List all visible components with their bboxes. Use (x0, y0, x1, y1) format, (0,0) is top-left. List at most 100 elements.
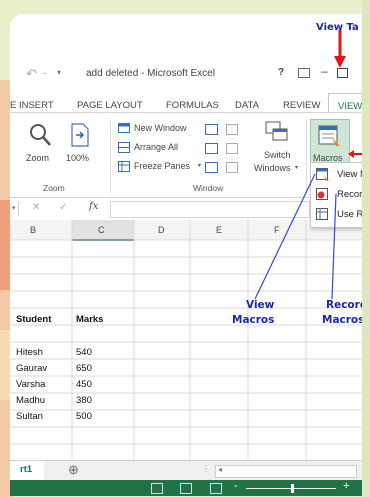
gridlines (10, 220, 362, 460)
group-divider-2 (306, 119, 307, 193)
column-header-e[interactable]: E (216, 225, 222, 235)
window-group-label: Window (193, 183, 224, 193)
table-row-student[interactable]: Varsha (16, 379, 45, 390)
new-window-icon (118, 123, 130, 133)
ribbon-display-options-icon[interactable] (298, 68, 310, 78)
minimize-button[interactable]: – (321, 64, 328, 78)
freeze-panes-button[interactable]: Freeze Panes ▾ (118, 160, 204, 174)
window-title: add deleted - Microsoft Excel (86, 68, 215, 79)
sheet-tab-label: rt1 (20, 464, 33, 475)
hide-icon[interactable] (205, 143, 218, 154)
table-row-student[interactable]: Gaurav (16, 363, 47, 374)
view-macros-icon (316, 168, 329, 181)
tab-view[interactable]: VIEW (328, 93, 362, 114)
annotation-view-macros-1: View (246, 299, 275, 311)
insert-function-button[interactable]: fx (89, 201, 98, 212)
annotation-record-macros-2: Macros (322, 314, 362, 326)
tab-view-label: VIEW (338, 101, 362, 112)
tab-data[interactable]: DATA (235, 100, 259, 111)
arrange-all-icon (118, 142, 130, 153)
table-row-marks[interactable]: 380 (76, 395, 92, 406)
annotation-view-tab: View Ta (316, 22, 359, 33)
zoom-out-button[interactable]: - (234, 480, 238, 492)
split-icon[interactable] (205, 124, 218, 135)
freeze-panes-icon (118, 161, 130, 172)
switch-windows-dropdown-icon: ▾ (295, 165, 299, 171)
zoom-button-label: Zoom (26, 153, 50, 163)
zoom-slider-thumb[interactable] (291, 484, 294, 493)
scroll-left-icon[interactable]: ◂ (218, 465, 222, 474)
relative-references-icon (316, 208, 328, 220)
tab-insert[interactable]: E INSERT (10, 100, 54, 111)
arrange-all-button[interactable]: Arrange All (118, 141, 202, 155)
view-side-by-side-icon[interactable] (226, 124, 238, 135)
help-button[interactable]: ? (278, 67, 284, 78)
zoom-100-icon (71, 123, 89, 147)
cancel-icon[interactable]: ✕ (32, 202, 40, 213)
zoom-100-label: 100% (66, 153, 90, 163)
macros-menu: View M Record Use Rel (310, 162, 362, 228)
record-macro-item[interactable]: Record (311, 185, 362, 205)
new-window-label: New Window (134, 123, 187, 133)
normal-view-icon[interactable] (151, 483, 163, 494)
column-header-b[interactable]: B (30, 225, 36, 235)
quick-access-dropdown-icon[interactable]: ▾ (57, 68, 61, 77)
table-row-marks[interactable]: 540 (76, 347, 92, 358)
switch-windows-label-2: Windows (254, 163, 291, 173)
switch-windows-icon (265, 121, 288, 141)
unhide-icon[interactable] (205, 162, 218, 173)
use-relative-references-item[interactable]: Use Rel (311, 205, 362, 225)
name-box-dropdown-icon[interactable]: ▾ (12, 204, 16, 212)
zoom-button[interactable]: Zoom (26, 123, 56, 175)
group-divider (110, 119, 111, 193)
table-row-student[interactable]: Sultan (16, 411, 43, 422)
sheet-tab-active[interactable]: rt1 (10, 461, 44, 482)
header-cell-student[interactable]: Student (16, 314, 51, 325)
page-layout-view-icon[interactable] (180, 483, 192, 494)
column-header-c[interactable]: C (98, 225, 105, 235)
formula-input[interactable] (110, 201, 310, 218)
reset-window-position-icon[interactable] (226, 162, 238, 173)
table-row-marks[interactable]: 650 (76, 363, 92, 374)
status-bar: - + (10, 480, 362, 496)
column-header-f[interactable]: F (274, 225, 280, 235)
add-sheet-icon[interactable]: ⊕ (68, 462, 79, 478)
record-macro-icon (316, 188, 328, 200)
table-row-student[interactable]: Hitesh (16, 347, 43, 358)
freeze-panes-label: Freeze Panes (134, 161, 191, 171)
worksheet-grid[interactable]: B C D E F Student Marks Hitesh 540 Gaura… (10, 220, 362, 460)
header-cell-marks[interactable]: Marks (76, 314, 103, 325)
enter-icon[interactable]: ✓ (59, 202, 67, 213)
tab-formulas[interactable]: FORMULAS (166, 100, 219, 111)
divider (18, 202, 19, 216)
annotation-view-macros-2: Macros (232, 314, 275, 326)
zoom-in-button[interactable]: + (343, 480, 349, 492)
table-row-marks[interactable]: 500 (76, 411, 92, 422)
zoom-100-button[interactable]: 100% (66, 123, 96, 175)
maximize-button[interactable] (337, 68, 348, 78)
zoom-group-label: Zoom (43, 183, 65, 193)
column-header-d[interactable]: D (158, 225, 165, 235)
table-row-marks[interactable]: 450 (76, 379, 92, 390)
freeze-panes-dropdown-icon: ▾ (198, 163, 202, 169)
relative-references-label: Use Rel (337, 209, 362, 220)
switch-windows-button[interactable]: Switch Windows ▾ (254, 121, 300, 177)
view-macros-label: View M (337, 169, 362, 180)
switch-windows-label-1: Switch (264, 150, 291, 160)
tab-page-layout[interactable]: PAGE LAYOUT (77, 100, 143, 111)
page-break-preview-icon[interactable] (210, 483, 222, 494)
macros-icon (318, 125, 340, 146)
new-window-button[interactable]: New Window (118, 122, 202, 136)
undo-icon[interactable]: ↶ (26, 66, 37, 82)
ribbon-tabs: E INSERT PAGE LAYOUT FORMULAS DATA REVIE… (10, 88, 362, 114)
quick-access-customize-icon[interactable]: - (43, 68, 46, 78)
annotation-record-macros-1: Record (326, 299, 362, 311)
synchronous-scrolling-icon[interactable] (226, 143, 238, 154)
screenshot-frame: ↶ - ▾ add deleted - Microsoft Excel ? – … (10, 14, 362, 496)
tab-review[interactable]: REVIEW (283, 100, 320, 111)
scroll-divider-icon[interactable]: ⋮ (202, 464, 210, 473)
horizontal-scrollbar[interactable]: ◂ (215, 465, 357, 478)
view-macros-item[interactable]: View M (311, 165, 362, 185)
table-row-student[interactable]: Madhu (16, 395, 45, 406)
sheet-tabs-bar: rt1 ⊕ ⋮ ◂ (10, 460, 362, 482)
